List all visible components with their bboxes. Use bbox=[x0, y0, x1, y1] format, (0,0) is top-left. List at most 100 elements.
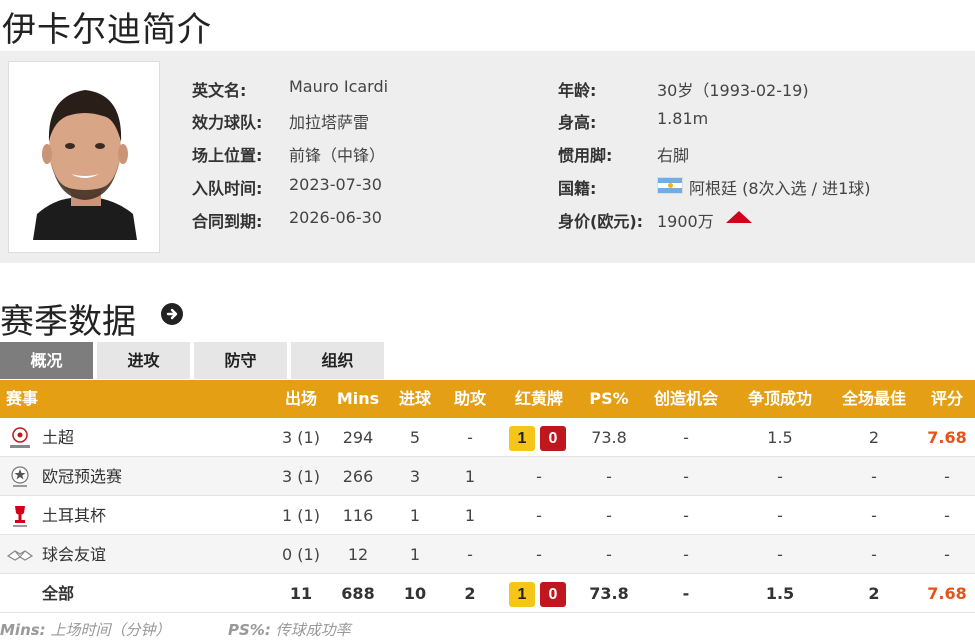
header-competition: 赛事 bbox=[6, 389, 39, 408]
mins-value: 116 bbox=[342, 506, 374, 525]
chances-value: - bbox=[683, 506, 689, 525]
cards-value: - bbox=[536, 506, 542, 525]
argentina-flag-icon bbox=[657, 177, 683, 194]
ps-value: - bbox=[606, 545, 612, 564]
header-apps[interactable]: 出场 bbox=[276, 380, 326, 418]
competition-name[interactable]: 欧冠预选赛 bbox=[42, 457, 122, 496]
tab-attack[interactable]: 进攻 bbox=[97, 342, 190, 379]
height-value: 1.81m bbox=[657, 109, 709, 128]
joined-date-value: 2023-07-30 bbox=[289, 175, 382, 194]
total-goals: 10 bbox=[403, 584, 427, 603]
competition-name[interactable]: 土耳其杯 bbox=[42, 496, 106, 535]
table-row: 土超 3 (1) 294 5 - 1 0 73.8 - 1.5 2 7.68 bbox=[0, 418, 975, 457]
header-goals[interactable]: 进球 bbox=[390, 380, 440, 418]
ps-value: - bbox=[606, 467, 612, 486]
table-row: 土耳其杯 1 (1) 116 1 1 - - - - - - bbox=[0, 496, 975, 535]
motm-value: - bbox=[871, 467, 877, 486]
header-rating[interactable]: 评分 bbox=[922, 380, 972, 418]
ps-value: 73.8 bbox=[591, 428, 627, 447]
market-value-value: 1900万 bbox=[657, 212, 714, 231]
tab-overview[interactable]: 概况 bbox=[0, 342, 93, 379]
player-photo bbox=[23, 76, 147, 240]
footnote-mins-text: 上场时间（分钟） bbox=[50, 621, 171, 639]
footnote-ps-text: 传球成功率 bbox=[275, 621, 351, 639]
rating-value: 7.68 bbox=[927, 428, 967, 447]
assists-value: - bbox=[467, 428, 473, 447]
competition-name[interactable]: 球会友谊 bbox=[42, 535, 106, 574]
rating-value: - bbox=[944, 506, 950, 525]
cards-value: - bbox=[536, 545, 542, 564]
trend-up-icon bbox=[726, 211, 752, 223]
header-mins[interactable]: Mins bbox=[333, 380, 383, 418]
total-red-card-count: 0 bbox=[540, 582, 566, 607]
position-label: 场上位置: bbox=[192, 146, 263, 165]
page-title: 伊卡尔迪简介 bbox=[2, 10, 212, 50]
chances-value: - bbox=[683, 545, 689, 564]
total-label: 全部 bbox=[42, 584, 75, 603]
age-value: 30岁（1993-02-19) bbox=[657, 81, 809, 100]
aerials-value: 1.5 bbox=[767, 428, 793, 447]
footnote-ps: PS%: 传球成功率 bbox=[228, 619, 351, 640]
foot-label: 惯用脚: bbox=[558, 146, 613, 165]
table-row: 欧冠预选赛 3 (1) 266 3 1 - - - - - - bbox=[0, 457, 975, 496]
club-friendly-logo-icon bbox=[6, 550, 34, 561]
contract-expiry-label: 合同到期: bbox=[192, 212, 263, 231]
assists-value: 1 bbox=[464, 467, 476, 486]
footnote-mins: Mins: 上场时间（分钟） bbox=[0, 619, 170, 640]
apps-value: 1 (1) bbox=[282, 506, 320, 525]
club-value[interactable]: 加拉塔萨雷 bbox=[289, 109, 369, 133]
footnote-ps-key: PS%: bbox=[228, 621, 271, 639]
turkish-cup-logo-icon bbox=[13, 506, 27, 527]
apps-value: 0 (1) bbox=[282, 545, 320, 564]
table-row: 球会友谊 0 (1) 12 1 - - - - - - - bbox=[0, 535, 975, 574]
english-name-label: 英文名: bbox=[192, 81, 247, 100]
mins-value: 294 bbox=[342, 428, 374, 447]
arrow-right-circle-icon[interactable] bbox=[161, 303, 183, 325]
mins-value: 266 bbox=[342, 467, 374, 486]
header-chances[interactable]: 创造机会 bbox=[644, 380, 728, 418]
english-name-value: Mauro Icardi bbox=[289, 77, 389, 96]
aerials-value: - bbox=[777, 467, 783, 486]
footnote-mins-key: Mins: bbox=[0, 621, 46, 639]
mins-value: 12 bbox=[347, 545, 369, 564]
nationality-value[interactable]: 阿根廷 (8次入选 / 进1球) bbox=[689, 175, 871, 199]
motm-value: 2 bbox=[868, 428, 880, 447]
table-total-row: 全部 11 688 10 2 1 0 73.8 - 1.5 2 7.68 bbox=[0, 574, 975, 613]
rating-value: - bbox=[944, 545, 950, 564]
foot-value: 右脚 bbox=[657, 146, 690, 165]
player-photo-frame bbox=[8, 61, 160, 253]
joined-date-label: 入队时间: bbox=[192, 179, 263, 198]
header-motm[interactable]: 全场最佳 bbox=[832, 380, 916, 418]
total-rating: 7.68 bbox=[927, 584, 967, 603]
age-label: 年龄: bbox=[558, 81, 597, 100]
header-aerials[interactable]: 争顶成功 bbox=[738, 380, 822, 418]
contract-expiry-value: 2026-06-30 bbox=[289, 208, 382, 227]
motm-value: - bbox=[871, 506, 877, 525]
player-profile-card: 英文名: Mauro Icardi 效力球队: 加拉塔萨雷 场上位置: 前锋（中… bbox=[0, 51, 975, 263]
total-chances: - bbox=[682, 584, 690, 603]
chances-value: - bbox=[683, 467, 689, 486]
nationality-label: 国籍: bbox=[558, 179, 597, 198]
aerials-value: - bbox=[777, 506, 783, 525]
stats-table-header: 赛事 出场 Mins 进球 助攻 红黄牌 PS% 创造机会 争顶成功 全场最佳 … bbox=[0, 380, 975, 418]
market-value-label: 身价(欧元): bbox=[558, 212, 644, 231]
position-value: 前锋（中锋） bbox=[289, 146, 386, 165]
apps-value: 3 (1) bbox=[282, 428, 320, 447]
assists-value: 1 bbox=[464, 506, 476, 525]
header-assists[interactable]: 助攻 bbox=[445, 380, 495, 418]
ps-value: - bbox=[606, 506, 612, 525]
goals-value: 1 bbox=[409, 506, 421, 525]
total-assists: 2 bbox=[464, 584, 476, 603]
competition-name[interactable]: 土超 bbox=[42, 418, 74, 457]
header-ps[interactable]: PS% bbox=[584, 380, 634, 418]
header-cards[interactable]: 红黄牌 bbox=[504, 380, 574, 418]
total-aerials: 1.5 bbox=[765, 584, 795, 603]
yellow-card-count: 1 bbox=[509, 426, 535, 451]
tab-organization[interactable]: 组织 bbox=[291, 342, 384, 379]
goals-value: 5 bbox=[409, 428, 421, 447]
tab-defense[interactable]: 防守 bbox=[194, 342, 287, 379]
aerials-value: - bbox=[777, 545, 783, 564]
cards-value: - bbox=[536, 467, 542, 486]
champions-league-logo-icon bbox=[11, 466, 29, 487]
total-ps: 73.8 bbox=[589, 584, 629, 603]
